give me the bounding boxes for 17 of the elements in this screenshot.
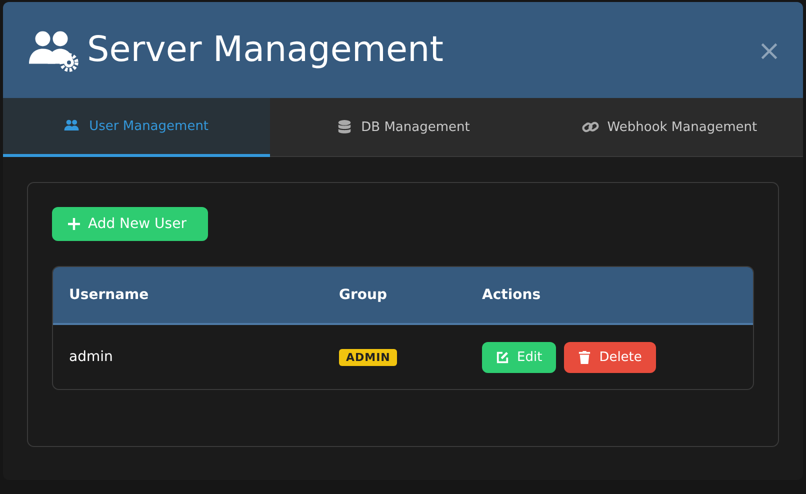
column-header: Group <box>339 287 388 303</box>
window-title: Server Management <box>87 30 444 70</box>
link-icon <box>582 120 600 134</box>
edit-icon <box>496 350 509 364</box>
column-header: Username <box>69 287 150 303</box>
edit-button[interactable]: Edit <box>482 342 556 372</box>
add-user-button[interactable]: Add New User <box>52 207 208 241</box>
group-badge: ADMIN <box>339 348 398 366</box>
column-header: Actions <box>482 287 542 303</box>
delete-button[interactable]: Delete <box>564 342 656 372</box>
plus-icon <box>68 218 80 230</box>
users-icon <box>64 119 82 133</box>
close-button[interactable]: × <box>758 34 781 66</box>
database-icon <box>336 120 354 134</box>
table-cell-text: admin <box>69 349 114 365</box>
trash-icon <box>578 350 592 364</box>
tab[interactable]: User Management <box>3 98 270 157</box>
